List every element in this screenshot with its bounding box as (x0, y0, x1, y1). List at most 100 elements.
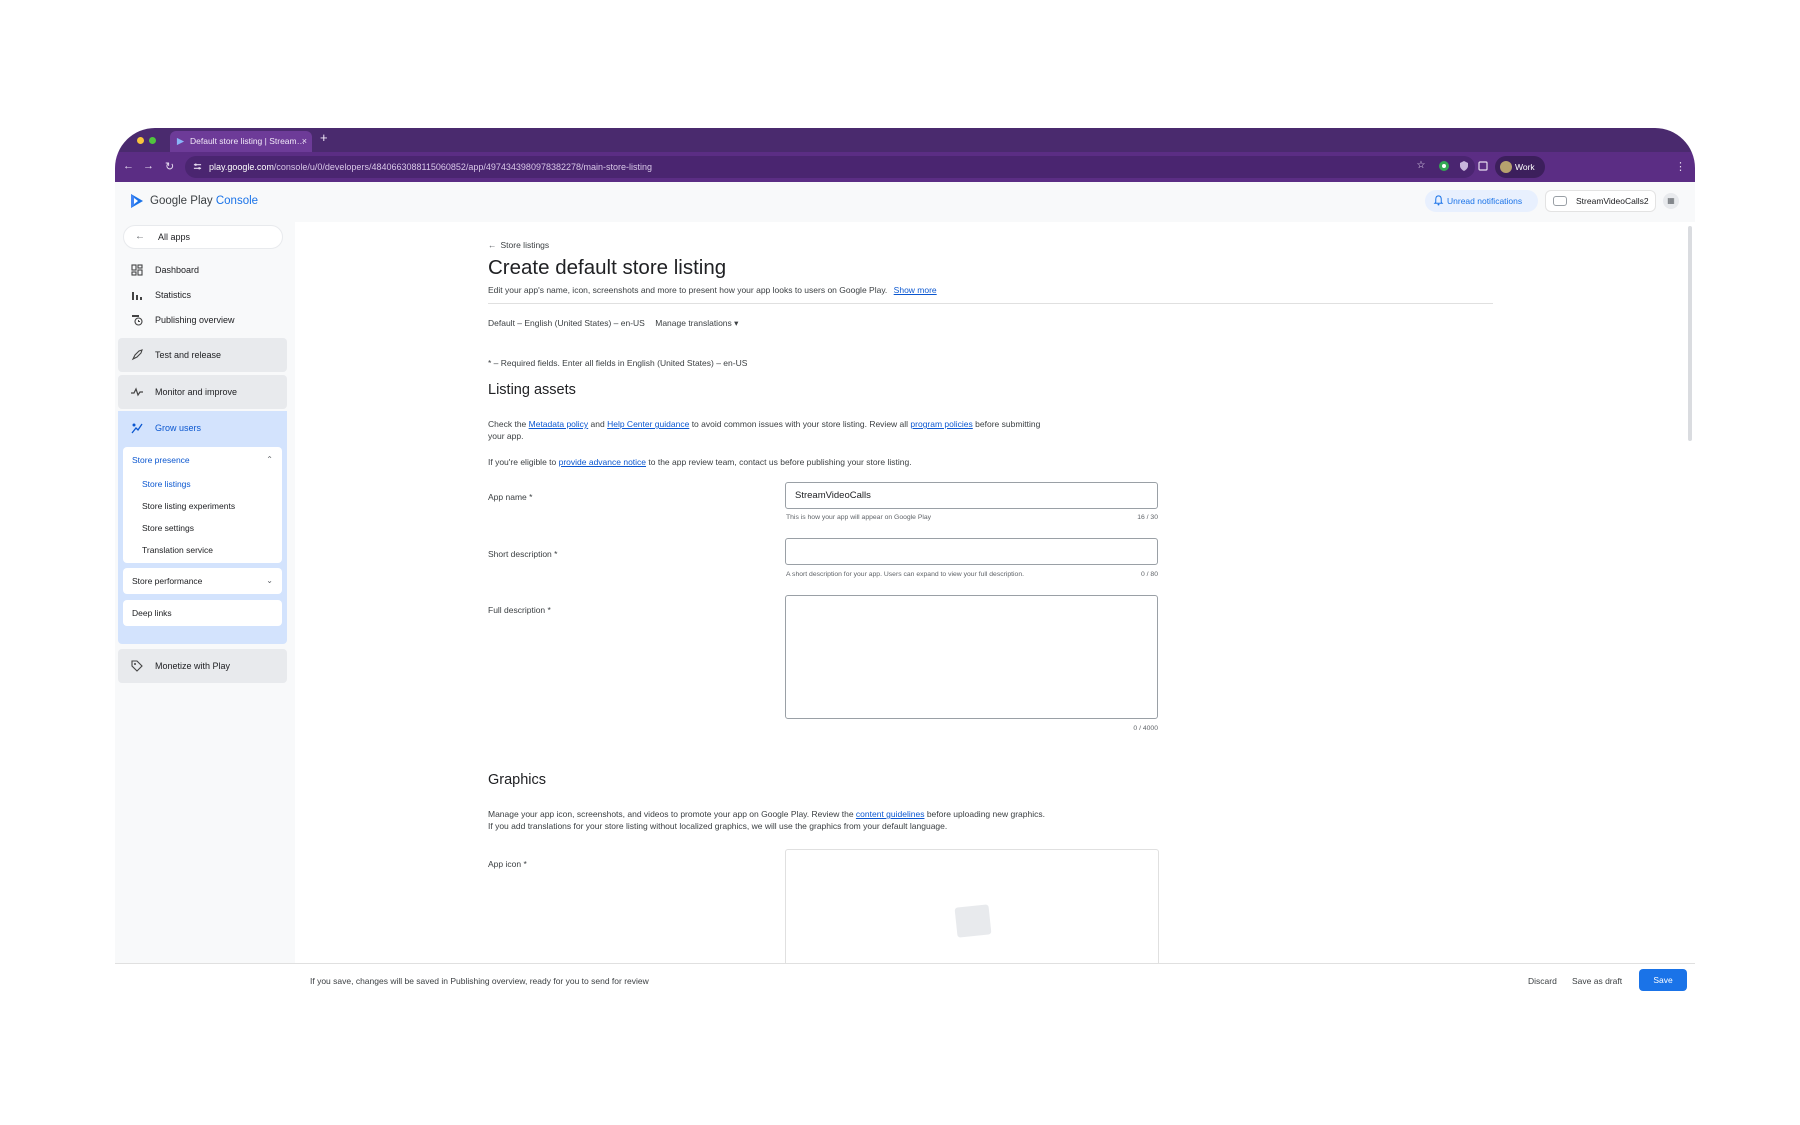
para-text: to avoid common issues with your store l… (689, 419, 911, 429)
app-icon-upload-area[interactable] (785, 849, 1159, 963)
unread-notifications-label: Unread notifications (1447, 196, 1523, 206)
deep-links-section[interactable]: Deep links (123, 600, 282, 626)
tab-bar: Default store listing | Stream… × + (115, 128, 1695, 152)
extension-green-icon[interactable] (1438, 160, 1450, 172)
save-bar: If you save, changes will be saved in Pu… (115, 963, 1695, 1003)
full-description-textarea[interactable] (785, 595, 1158, 719)
account-card-icon (1553, 196, 1567, 206)
main-content: ← Store listings Create default store lis… (295, 222, 1685, 963)
page-title: Create default store listing (488, 256, 727, 279)
unread-notifications-button[interactable]: Unread notifications (1425, 190, 1538, 212)
show-more-link[interactable]: Show more (894, 285, 937, 295)
sidebar-group-test-and-release[interactable]: Test and release (118, 338, 287, 372)
save-message: If you save, changes will be saved in Pu… (310, 976, 649, 986)
sidebar-group-monetize-with-play[interactable]: Monetize with Play (118, 649, 287, 683)
url-host: play.google.com (209, 162, 274, 172)
rocket-icon (131, 349, 143, 361)
back-arrow-icon[interactable]: ← (123, 160, 134, 172)
sidebar-link-translation-service[interactable]: Translation service (142, 545, 213, 555)
pulse-icon (131, 387, 143, 397)
grow-users-panel: Grow users Store presence ⌃ Store listin… (118, 411, 287, 644)
para-text: Manage your app icon, screenshots, and v… (488, 809, 856, 819)
store-presence-toggle[interactable]: Store presence (132, 447, 190, 473)
content-guidelines-link[interactable]: content guidelines (856, 809, 925, 819)
sidebar-group-monitor-and-improve[interactable]: Monitor and improve (118, 375, 287, 409)
header-divider (488, 303, 1493, 304)
subtitle-text: Edit your app's name, icon, screenshots … (488, 285, 888, 295)
save-as-draft-button[interactable]: Save as draft (1572, 976, 1622, 986)
sidebar-item-statistics[interactable]: Statistics (115, 284, 295, 306)
sidebar-item-dashboard[interactable]: Dashboard (115, 259, 295, 281)
tab-title: Default store listing | Stream… (190, 136, 306, 146)
sidebar-group-label: Monetize with Play (155, 661, 231, 671)
app-icon-label: App icon * (488, 859, 527, 869)
graphics-heading: Graphics (488, 772, 547, 788)
developer-account-selector[interactable]: StreamVideoCalls2 (1545, 190, 1656, 212)
account-name: StreamVideoCalls2 (1576, 196, 1649, 206)
profile-chip[interactable]: Work (1495, 156, 1545, 178)
app-name-input[interactable] (785, 482, 1158, 509)
metadata-policy-link[interactable]: Metadata policy (529, 419, 589, 429)
manage-translations-label: Manage translations (655, 318, 732, 328)
page-subtitle: Edit your app's name, icon, screenshots … (488, 285, 937, 295)
help-center-guidance-link[interactable]: Help Center guidance (607, 419, 689, 429)
extensions-puzzle-icon[interactable] (1477, 160, 1489, 172)
full-description-label: Full description * (488, 605, 551, 615)
sidebar-link-store-settings[interactable]: Store settings (142, 523, 194, 533)
all-apps-label: All apps (158, 232, 191, 242)
short-description-label: Short description * (488, 549, 558, 559)
tab-close-icon[interactable]: × (302, 131, 307, 152)
listing-assets-heading: Listing assets (488, 382, 576, 398)
brand-accent: Console (215, 195, 259, 207)
sidebar-item-label: Publishing overview (155, 315, 235, 325)
store-performance-label: Store performance (132, 576, 203, 586)
browser-tab-active[interactable]: Default store listing | Stream… × (170, 131, 312, 152)
back-arrow-icon: ← (488, 240, 497, 250)
discard-button[interactable]: Discard (1528, 976, 1557, 986)
url-input[interactable]: play.google.com/console/u/0/developers/4… (185, 156, 1475, 178)
sidebar-group-label: Test and release (155, 350, 222, 360)
url-path: /console/u/0/developers/4840663088115060… (273, 162, 653, 172)
browser-menu-icon[interactable]: ⋮ (1675, 160, 1686, 173)
sidebar-group-label: Monitor and improve (155, 387, 238, 397)
sidebar-link-store-listings[interactable]: Store listings (142, 479, 191, 489)
sidebar-item-label: Dashboard (155, 265, 200, 275)
console-header: Google Play Console Unread notifications… (115, 182, 1695, 222)
chevron-up-icon[interactable]: ⌃ (266, 447, 273, 473)
browser-window: Default store listing | Stream… × + ← → … (115, 128, 1695, 963)
provide-advance-notice-link[interactable]: provide advance notice (559, 457, 646, 467)
console-brand[interactable]: Google Play Console (150, 195, 258, 207)
para-text: Check the (488, 419, 529, 429)
sidebar-item-publishing-overview[interactable]: Publishing overview (115, 309, 295, 331)
store-performance-section[interactable]: Store performance ⌄ (123, 568, 282, 594)
extension-shield-icon[interactable] (1458, 160, 1470, 172)
all-apps-button[interactable]: ← All apps (123, 225, 283, 249)
app-name-helper: This is how your app will appear on Goog… (786, 514, 932, 521)
bookmark-star-icon[interactable]: ☆ (1415, 160, 1427, 172)
language-row: Default – English (United States) – en-U… (488, 318, 738, 329)
window-minimize-button[interactable] (137, 137, 144, 144)
new-tab-button[interactable]: + (320, 130, 328, 145)
short-description-input[interactable] (785, 538, 1158, 565)
sidebar-link-store-listing-experiments[interactable]: Store listing experiments (142, 501, 235, 511)
program-policies-link[interactable]: program policies (910, 419, 972, 429)
para-text: and (588, 419, 608, 429)
google-play-console-logo-icon[interactable] (129, 193, 145, 209)
save-button[interactable]: Save (1639, 969, 1687, 991)
default-language-label: Default – English (United States) – en-U… (488, 318, 645, 328)
breadcrumb[interactable]: ← Store listings (488, 240, 549, 250)
upload-image-icon (954, 904, 992, 938)
forward-arrow-icon[interactable]: → (143, 160, 154, 172)
page-scrollbar[interactable] (1685, 222, 1695, 963)
sidebar-group-grow-users[interactable]: Grow users (118, 411, 287, 445)
brand-main: Google Play (150, 195, 216, 207)
window-zoom-button[interactable] (149, 137, 156, 144)
app-switcher-icon[interactable]: ▦ (1663, 193, 1679, 209)
deep-links-label: Deep links (132, 608, 172, 618)
publishing-clock-icon (132, 315, 143, 326)
manage-translations-button[interactable]: Manage translations ▾ (655, 318, 738, 328)
profile-avatar (1500, 161, 1512, 173)
site-settings-icon[interactable] (193, 162, 202, 171)
scrollbar-thumb[interactable] (1688, 226, 1692, 441)
reload-icon[interactable]: ↻ (165, 160, 174, 173)
